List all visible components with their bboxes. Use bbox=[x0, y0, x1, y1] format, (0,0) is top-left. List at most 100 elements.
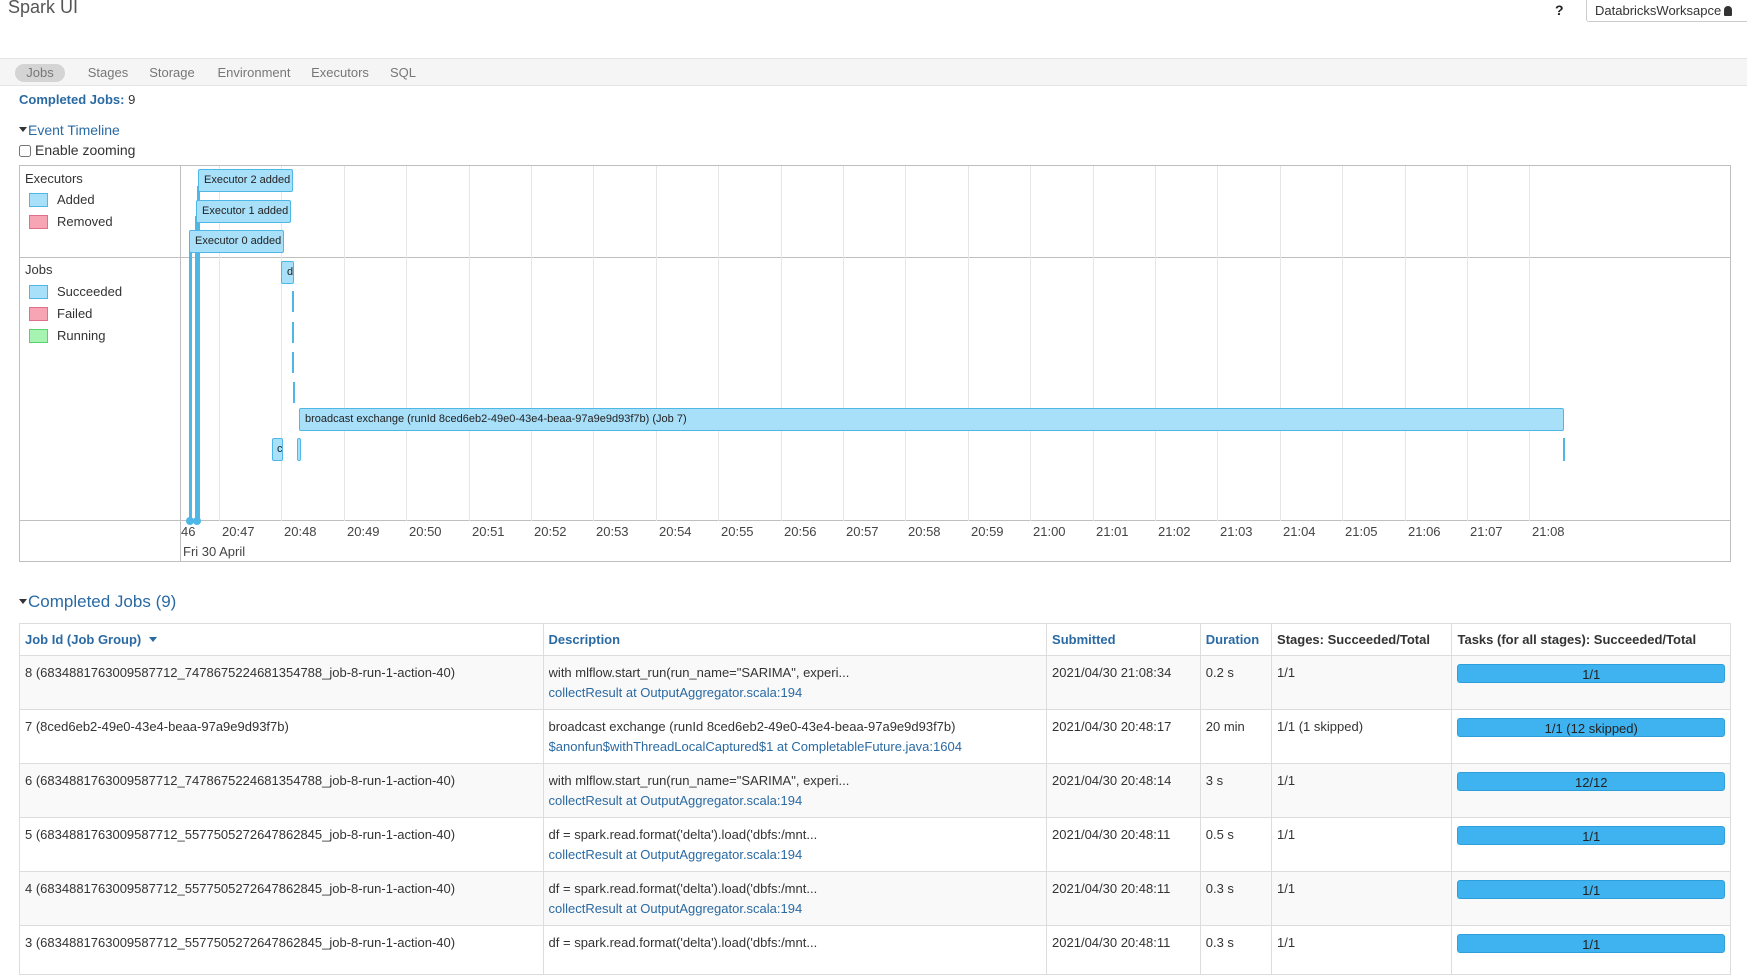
cell-tasks: 1/1 bbox=[1451, 817, 1731, 872]
cell-duration: 0.2 s bbox=[1199, 655, 1273, 710]
completed-jobs-count: 9 bbox=[128, 92, 136, 107]
legend-label-removed: Removed bbox=[57, 214, 113, 229]
cell-stages: 1/1 (1 skipped) bbox=[1271, 709, 1453, 764]
grid-line bbox=[968, 166, 969, 521]
job-event-tick[interactable] bbox=[292, 352, 294, 373]
event-timeline-toggle[interactable]: Event Timeline bbox=[19, 122, 120, 138]
job-event-tick[interactable] bbox=[292, 291, 294, 312]
job-7-broadcast-exchange-bar[interactable]: broadcast exchange (runId 8ced6eb2-49e0-… bbox=[299, 408, 1564, 431]
job-event-tick[interactable] bbox=[292, 322, 294, 343]
enable-zooming-checkbox[interactable] bbox=[19, 145, 31, 157]
axis-date-label: Fri 30 April bbox=[183, 544, 246, 559]
axis-tick-label: 20:57 bbox=[846, 524, 879, 539]
axis-tick-label: 20:49 bbox=[347, 524, 380, 539]
job-description-text: df = spark.read.format('delta').load('db… bbox=[548, 881, 818, 896]
col-description[interactable]: Description bbox=[542, 623, 1048, 656]
canvas-axis-divider bbox=[181, 520, 1730, 521]
col-duration[interactable]: Duration bbox=[1199, 623, 1273, 656]
completed-jobs-toggle[interactable]: Completed Jobs (9) bbox=[19, 592, 176, 612]
axis-tick-label: 21:08 bbox=[1532, 524, 1565, 539]
job-description-link[interactable]: collectResult at OutputAggregator.scala:… bbox=[549, 899, 1041, 919]
executor-0-added-event[interactable]: Executor 0 added bbox=[189, 230, 284, 253]
cell-job-id: 4 (6834881763009587712_55775052726478628… bbox=[19, 871, 544, 926]
job-event-tick[interactable] bbox=[293, 382, 295, 403]
axis-tick-label: 21:01 bbox=[1096, 524, 1129, 539]
table-row: 4 (6834881763009587712_55775052726478628… bbox=[19, 871, 1731, 926]
jobs-group-title: Jobs bbox=[25, 262, 53, 277]
grid-line bbox=[531, 166, 532, 521]
cell-stages: 1/1 bbox=[1271, 925, 1453, 975]
axis-tick-label: 21:06 bbox=[1408, 524, 1441, 539]
job-rows: 8 (6834881763009587712_74786752246813547… bbox=[19, 655, 1731, 975]
tab-jobs[interactable]: Jobs bbox=[15, 64, 65, 82]
job-event-d[interactable]: d bbox=[281, 261, 294, 284]
job-description-link[interactable]: collectResult at OutputAggregator.scala:… bbox=[549, 845, 1041, 865]
job-description-link[interactable]: collectResult at OutputAggregator.scala:… bbox=[549, 791, 1041, 811]
job-event-small[interactable] bbox=[297, 438, 301, 461]
caret-down-icon bbox=[19, 599, 27, 604]
axis-tick-label: 20:56 bbox=[784, 524, 817, 539]
grid-line bbox=[656, 166, 657, 521]
tab-stages[interactable]: Stages bbox=[86, 64, 130, 82]
cell-description: broadcast exchange (runId 8ced6eb2-49e0-… bbox=[542, 709, 1048, 764]
event-timeline: Executors Added Removed Jobs Succeeded F… bbox=[19, 165, 1731, 562]
cell-job-id: 8 (6834881763009587712_74786752246813547… bbox=[19, 655, 544, 710]
table-header-row: Job Id (Job Group) Description Submitted… bbox=[19, 623, 1731, 656]
cell-job-id: 7 (8ced6eb2-49e0-43e4-beaa-97a9e9d93f7b) bbox=[19, 709, 544, 764]
table-row: 5 (6834881763009587712_55775052726478628… bbox=[19, 817, 1731, 872]
cell-duration: 3 s bbox=[1199, 763, 1273, 818]
canvas-group-divider bbox=[181, 257, 1730, 258]
grid-line bbox=[406, 166, 407, 521]
cell-tasks: 12/12 bbox=[1451, 763, 1731, 818]
tasks-progress-bar: 1/1 bbox=[1457, 826, 1725, 845]
timeline-canvas[interactable]: Executor 2 added Executor 1 added Execut… bbox=[181, 166, 1730, 561]
cell-description: df = spark.read.format('delta').load('db… bbox=[542, 817, 1048, 872]
tab-executors[interactable]: Executors bbox=[308, 64, 372, 82]
tab-sql[interactable]: SQL bbox=[387, 64, 419, 82]
table-row: 7 (8ced6eb2-49e0-43e4-beaa-97a9e9d93f7b)… bbox=[19, 709, 1731, 764]
cell-description: with mlflow.start_run(run_name="SARIMA",… bbox=[542, 655, 1048, 710]
legend-label-added: Added bbox=[57, 192, 95, 207]
grid-line bbox=[1467, 166, 1468, 521]
legend-succeeded: Succeeded bbox=[29, 284, 122, 300]
col-submitted[interactable]: Submitted bbox=[1046, 623, 1201, 656]
legend-label-failed: Failed bbox=[57, 306, 93, 321]
grid-line bbox=[843, 166, 844, 521]
caret-down-icon bbox=[19, 127, 27, 132]
executor-1-added-event[interactable]: Executor 1 added bbox=[196, 200, 291, 223]
grid-line bbox=[1093, 166, 1094, 521]
job-description-link[interactable]: $anonfun$withThreadLocalCaptured$1 at Co… bbox=[549, 737, 1041, 757]
legend-swatch-failed bbox=[29, 307, 48, 321]
completed-jobs-heading: Completed Jobs (9) bbox=[28, 592, 177, 611]
cell-tasks: 1/1 bbox=[1451, 925, 1731, 975]
axis-tick-label: 21:00 bbox=[1033, 524, 1066, 539]
executor-1-line bbox=[195, 216, 198, 521]
tab-storage[interactable]: Storage bbox=[147, 64, 197, 82]
completed-jobs-table: Job Id (Job Group) Description Submitted… bbox=[19, 623, 1731, 975]
tasks-progress-bar: 1/1 bbox=[1457, 934, 1725, 953]
cell-submitted: 2021/04/30 20:48:11 bbox=[1046, 925, 1201, 975]
axis-tick-label: 20:52 bbox=[534, 524, 567, 539]
grid-line bbox=[718, 166, 719, 521]
tasks-progress-bar: 1/1 bbox=[1457, 880, 1725, 899]
cell-duration: 0.5 s bbox=[1199, 817, 1273, 872]
job-description-link[interactable]: collectResult at OutputAggregator.scala:… bbox=[549, 683, 1041, 703]
completed-jobs-summary-label[interactable]: Completed Jobs: bbox=[19, 92, 124, 107]
cell-description: with mlflow.start_run(run_name="SARIMA",… bbox=[542, 763, 1048, 818]
axis-tick-label: 21:04 bbox=[1283, 524, 1316, 539]
axis-tick-label: 20:58 bbox=[908, 524, 941, 539]
table-row: 3 (6834881763009587712_55775052726478628… bbox=[19, 925, 1731, 975]
col-job-id[interactable]: Job Id (Job Group) bbox=[19, 623, 544, 656]
workspace-button[interactable]: DatabricksWorksapce bbox=[1586, 0, 1747, 22]
job-8-event-tick[interactable] bbox=[1563, 438, 1565, 461]
job-id-text: 8 (6834881763009587712_74786752246813547… bbox=[25, 665, 456, 680]
job-id-text: 7 (8ced6eb2-49e0-43e4-beaa-97a9e9d93f7b) bbox=[25, 719, 289, 734]
help-icon[interactable]: ? bbox=[1555, 2, 1564, 18]
app-title: Spark UI bbox=[8, 0, 79, 17]
grid-line bbox=[781, 166, 782, 521]
axis-tick-label: 21:02 bbox=[1158, 524, 1191, 539]
job-event-c[interactable]: c bbox=[272, 438, 283, 461]
executor-2-added-event[interactable]: Executor 2 added bbox=[198, 169, 293, 192]
tab-environment[interactable]: Environment bbox=[214, 64, 294, 82]
grid-line bbox=[1342, 166, 1343, 521]
